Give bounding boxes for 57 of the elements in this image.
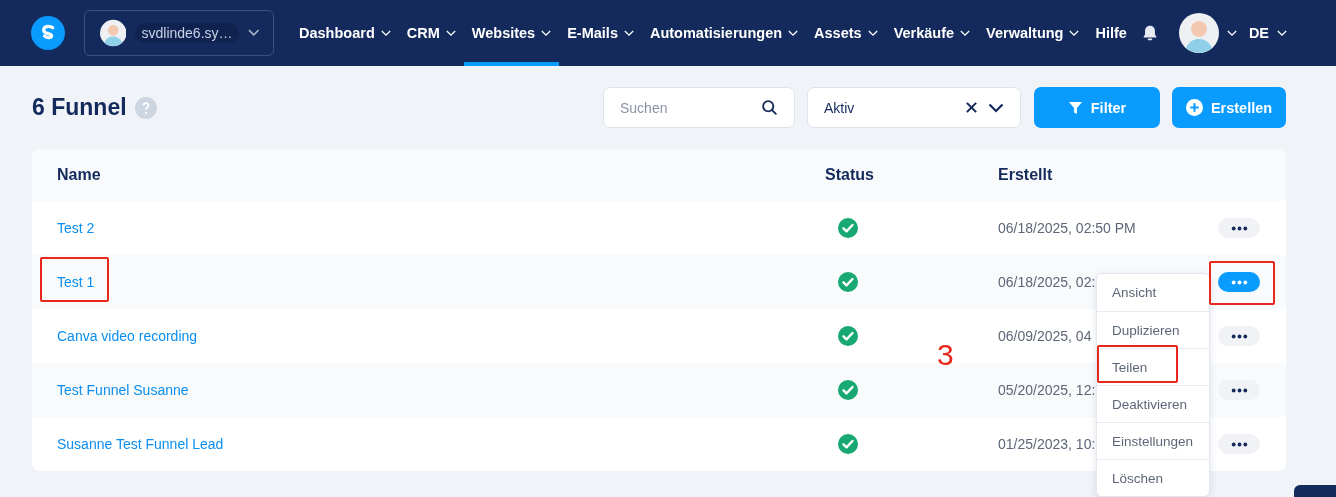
table-cell: 06/18/2025, 02: xyxy=(998,274,1096,290)
menu-item[interactable]: Einstellungen xyxy=(1112,433,1194,449)
highlight-frame xyxy=(1209,261,1275,305)
user-avatar-button[interactable] xyxy=(1178,13,1237,53)
nav-menu-item[interactable]: Dashboard xyxy=(291,0,399,66)
more-dots-icon xyxy=(1229,333,1249,339)
logo-icon[interactable] xyxy=(31,16,65,50)
more-dots-icon xyxy=(1229,279,1249,285)
more-options-button[interactable] xyxy=(1218,326,1260,346)
nav-menu-item[interactable]: Verwaltung xyxy=(978,0,1088,66)
step-number: 3 xyxy=(937,338,954,372)
search-icon xyxy=(761,99,778,116)
status-dropdown[interactable]: Aktiv xyxy=(807,87,1021,128)
column-header: Name xyxy=(56,166,102,184)
filter-icon xyxy=(1067,100,1083,115)
nav-menu-item[interactable]: Hilfe xyxy=(1087,0,1135,66)
menu-item[interactable]: Duplizieren xyxy=(1112,322,1180,338)
more-dots-icon xyxy=(1229,387,1249,393)
nav-menu-item[interactable]: Websites xyxy=(463,0,560,66)
nav-menu-item[interactable]: E-Mails xyxy=(559,0,642,66)
funnel-name-link[interactable]: Susanne Test Funnel Lead xyxy=(57,436,224,452)
nav-menu-item[interactable]: CRM xyxy=(398,0,464,66)
plus-circle-icon xyxy=(1185,99,1203,116)
more-dots-icon xyxy=(1229,441,1249,447)
menu-item[interactable]: Deaktivieren xyxy=(1112,396,1188,412)
table-cell: 01/25/2023, 10: xyxy=(998,436,1096,452)
page-title: 6 Funnel xyxy=(32,94,127,121)
avatar-icon xyxy=(100,18,127,48)
search-field[interactable]: Suchen xyxy=(603,87,795,128)
highlight-frame xyxy=(40,257,109,302)
chevron-down-icon xyxy=(247,29,259,37)
chevron-down-icon xyxy=(988,102,1004,113)
avatar-icon xyxy=(1178,13,1219,53)
menu-item[interactable]: Ansicht xyxy=(1112,285,1157,300)
nav-menu-item[interactable]: Verkäufe xyxy=(885,0,979,66)
funnel-name-link[interactable]: Test 1 xyxy=(57,274,95,290)
column-header: Status xyxy=(825,166,875,184)
language-selector[interactable]: DE xyxy=(1248,25,1288,41)
funnel-name-link[interactable]: Canva video recording xyxy=(57,328,198,344)
more-options-button[interactable] xyxy=(1218,380,1260,400)
nav-menu-item[interactable]: Assets xyxy=(806,0,886,66)
nav-menu-item[interactable]: Automatisierungen xyxy=(641,0,807,66)
table-cell: 06/18/2025, 02:50 PM xyxy=(998,220,1136,236)
funnel-name-link[interactable]: Test 2 xyxy=(57,220,95,236)
column-header: Erstellt xyxy=(998,166,1054,184)
chevron-down-icon xyxy=(1226,29,1237,37)
table-cell: 06/09/2025, 04 xyxy=(998,328,1092,344)
more-options-button[interactable] xyxy=(1218,218,1260,238)
clear-icon[interactable] xyxy=(965,101,978,114)
account-selector[interactable]: svdlinde6.sy… xyxy=(84,10,274,56)
table-cell: 05/20/2025, 12: xyxy=(998,382,1096,398)
more-options-button[interactable] xyxy=(1218,434,1260,454)
funnel-name-link[interactable]: Test Funnel Susanne xyxy=(57,382,189,398)
more-dots-icon xyxy=(1229,225,1249,231)
chevron-down-icon xyxy=(1277,29,1288,37)
menu-item[interactable]: Löschen xyxy=(1112,470,1164,486)
menu-item[interactable]: Teilen xyxy=(1112,359,1148,375)
